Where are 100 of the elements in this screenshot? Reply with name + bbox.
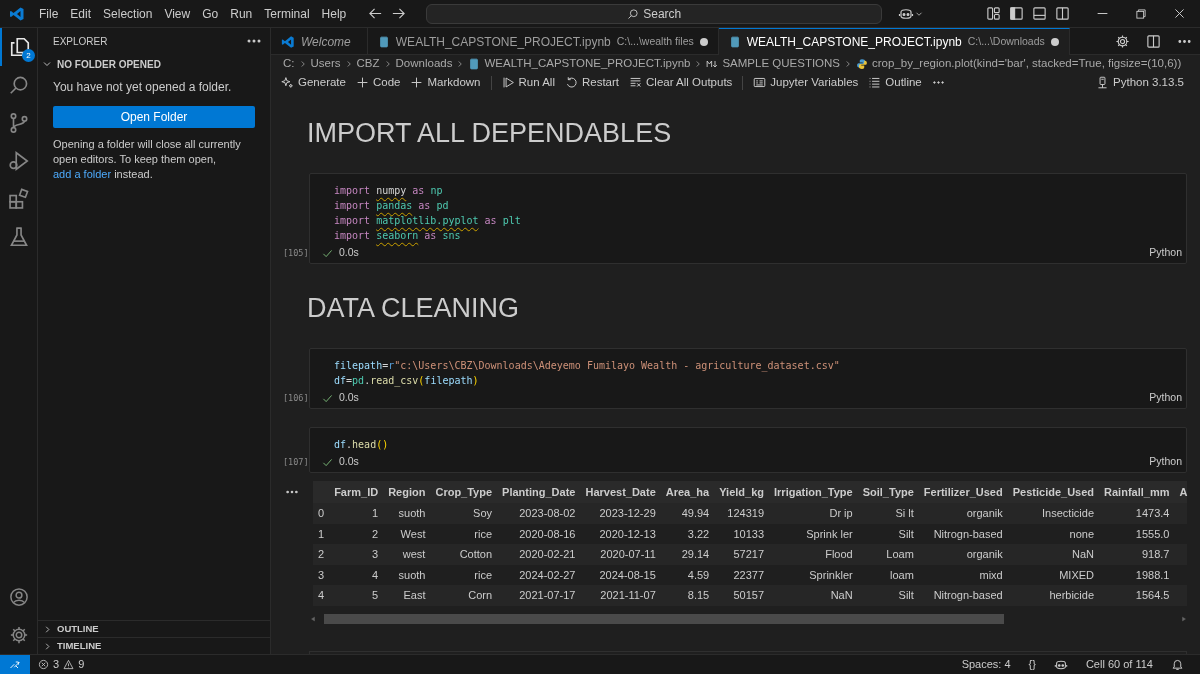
section-header[interactable]: TIMELINE bbox=[38, 637, 270, 654]
testing-flask-icon[interactable] bbox=[8, 226, 30, 248]
status-item[interactable]: Spaces: 4 bbox=[961, 656, 1011, 673]
toolbar-button[interactable]: Generate bbox=[281, 73, 346, 92]
editor-tab[interactable]: Welcome bbox=[271, 28, 368, 55]
settings-icon[interactable] bbox=[9, 625, 29, 645]
table-cell: herbicide bbox=[1007, 585, 1100, 606]
back-arrow-icon[interactable] bbox=[368, 6, 384, 21]
table-cell: rice bbox=[430, 523, 498, 544]
source-control-icon[interactable] bbox=[8, 112, 30, 134]
extensions-icon[interactable] bbox=[8, 188, 30, 210]
table-cell: Cotton bbox=[430, 544, 498, 565]
table-cell: 5 bbox=[329, 585, 384, 606]
editor-tab[interactable]: WEALTH_CAPSTONE_PROJECT.ipynb C:\...\Downloads bbox=[718, 28, 1070, 55]
scroll-left-icon[interactable] bbox=[310, 614, 316, 623]
menu-item[interactable]: Help bbox=[315, 4, 353, 23]
customize-layout-icon[interactable] bbox=[986, 6, 1001, 21]
breadcrumb-item[interactable]: Downloads bbox=[395, 54, 453, 73]
table-cell: Dr ip bbox=[769, 503, 858, 524]
scrollbar-thumb[interactable] bbox=[324, 613, 1004, 624]
table-cell: Silt bbox=[857, 523, 919, 544]
logo-icon bbox=[281, 34, 295, 49]
table-cell: 29.14 bbox=[660, 544, 715, 565]
code-cell[interactable]: filepath=r"c:\Users\CBZ\Downloads\Adeyemo Fumilayo Wealth - agriculture_dataset.csv" df=pd.read_csv(filepath) 0.0s Python bbox=[309, 348, 1187, 409]
toolbar-button[interactable]: Outline bbox=[868, 73, 922, 92]
add-folder-link[interactable]: add a folder bbox=[53, 168, 112, 180]
open-folder-button[interactable]: Open Folder bbox=[53, 106, 255, 128]
section-header[interactable]: OUTLINE bbox=[38, 620, 270, 637]
language-label[interactable]: Python bbox=[1149, 390, 1182, 406]
table-cell: 1988.1 bbox=[1099, 564, 1175, 585]
sidebar-toggle-icon[interactable] bbox=[1009, 6, 1024, 21]
table-cell: 22377 bbox=[714, 564, 770, 585]
breadcrumb-item[interactable]: CBZ bbox=[356, 54, 380, 73]
toolbar-button[interactable]: Clear All Outputs bbox=[629, 73, 733, 92]
column-header: Farm_ID bbox=[329, 481, 384, 503]
execution-count: [107] bbox=[283, 456, 309, 469]
split-editor-icon[interactable] bbox=[1146, 33, 1161, 49]
scroll-right-icon[interactable] bbox=[1181, 614, 1187, 623]
code-line: import numpy as np bbox=[334, 184, 444, 198]
breadcrumb-item[interactable]: WEALTH_CAPSTONE_PROJECT.ipynb bbox=[468, 54, 691, 73]
status-item[interactable]: {} bbox=[1028, 656, 1036, 673]
forward-arrow-icon[interactable] bbox=[391, 6, 407, 21]
panel-toggle-icon[interactable] bbox=[1032, 6, 1047, 21]
table-cell: West bbox=[383, 523, 431, 544]
sidebar-title: EXPLORER bbox=[53, 34, 108, 49]
table-cell: 2024-02-27 bbox=[497, 564, 581, 585]
unsaved-dot bbox=[1050, 38, 1059, 46]
table-cell: west bbox=[383, 544, 431, 565]
breadcrumb-item[interactable]: C: bbox=[283, 54, 295, 73]
code-cell[interactable]: import numpy as np import pandas as pd import matplotlib.pyplot as plt import seaborn as sns 0.0s Python bbox=[309, 173, 1187, 264]
menu-item[interactable]: File bbox=[33, 4, 65, 23]
toolbar-button[interactable]: Code bbox=[355, 73, 401, 92]
table-cell: loam bbox=[857, 564, 919, 585]
menu-item[interactable]: Terminal bbox=[258, 4, 316, 23]
table-cell: Nitrogn-based bbox=[918, 585, 1008, 606]
search-icon[interactable] bbox=[8, 74, 30, 96]
menu-item[interactable]: Go bbox=[196, 4, 225, 23]
code-cell[interactable]: df.head() 0.0s Python bbox=[309, 427, 1187, 473]
table-cell: 2020-07-11 bbox=[580, 544, 661, 565]
breadcrumb-item[interactable]: SAMPLE QUESTIONS bbox=[706, 54, 841, 73]
table-cell: Nitrogn-based bbox=[918, 523, 1008, 544]
breadcrumb-item[interactable]: Users bbox=[310, 54, 341, 73]
warning-icon bbox=[63, 659, 75, 670]
table-cell: 57217 bbox=[714, 544, 770, 565]
menu-item[interactable]: View bbox=[158, 4, 197, 23]
close-icon[interactable] bbox=[1173, 7, 1186, 20]
toolbar-button[interactable]: Jupyter Variables bbox=[753, 73, 859, 92]
section-header[interactable]: NO FOLDER OPENED bbox=[38, 54, 270, 74]
remote-icon bbox=[9, 658, 21, 671]
settings-icon[interactable] bbox=[1115, 33, 1130, 49]
markdown-heading: DATA CLEANING bbox=[307, 292, 521, 325]
restore-icon[interactable] bbox=[1135, 7, 1147, 20]
language-label[interactable]: Python bbox=[1149, 454, 1182, 470]
kernel-picker[interactable]: Python 3.13.5 bbox=[1096, 73, 1184, 92]
search-field[interactable]: Search bbox=[426, 3, 883, 24]
toolbar-button[interactable]: Restart bbox=[564, 73, 620, 92]
execution-count: [106] bbox=[283, 392, 309, 405]
table-cell: rice bbox=[430, 564, 498, 585]
problems-button[interactable]: 3 9 bbox=[38, 656, 85, 673]
menu-item[interactable]: Selection bbox=[97, 4, 159, 23]
search-icon bbox=[627, 7, 640, 20]
run-debug-icon[interactable] bbox=[8, 150, 30, 172]
account-icon[interactable] bbox=[9, 587, 29, 607]
editor-tab[interactable]: WEALTH_CAPSTONE_PROJECT.ipynb C:\...\wealth files bbox=[367, 28, 719, 55]
menu-item[interactable]: Run bbox=[224, 4, 259, 23]
bell-icon[interactable] bbox=[1171, 658, 1184, 671]
language-label[interactable]: Python bbox=[1149, 245, 1182, 261]
table-cell: 49.94 bbox=[660, 503, 715, 524]
table-cell: MIXED bbox=[1007, 564, 1100, 585]
explorer-icon[interactable] bbox=[9, 36, 31, 58]
secondary-sidebar-icon[interactable] bbox=[1055, 6, 1070, 21]
status-item[interactable]: Cell 60 of 114 bbox=[1085, 656, 1153, 673]
breadcrumb-item[interactable]: crop_by_region.plot(kind='bar', stacked=True, figsize=(10,6)) bbox=[856, 54, 1182, 73]
toolbar-button[interactable]: Run All bbox=[501, 73, 555, 92]
toolbar-button[interactable]: Markdown bbox=[410, 73, 481, 92]
execution-time: 0.0s bbox=[339, 390, 359, 406]
table-cell: 2024-08-15 bbox=[580, 564, 661, 585]
execution-time: 0.0s bbox=[339, 245, 359, 261]
menu-item[interactable]: Edit bbox=[64, 4, 98, 23]
message-text: You have not yet opened a folder. bbox=[53, 79, 233, 96]
